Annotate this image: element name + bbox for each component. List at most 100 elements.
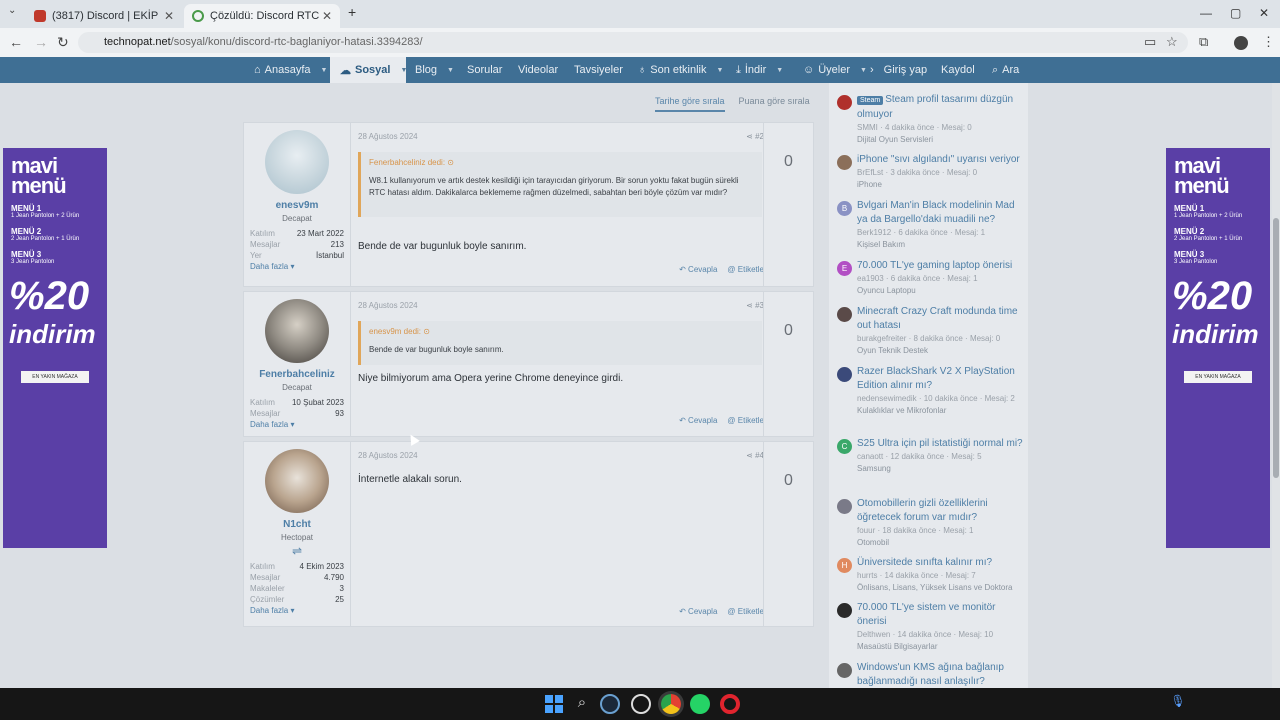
sidebar-thread[interactable]: 70.000 TL'ye sistem ve monitör önerisi D… — [837, 601, 1023, 653]
sidebar-thread[interactable]: C S25 Ultra için pil istatistiği normal … — [837, 437, 1023, 475]
thread-category[interactable]: Kişisel Bakım — [857, 239, 1023, 251]
nav-videos[interactable]: Videolar — [518, 57, 558, 83]
ad-cta-button[interactable]: EN YAKIN MAĞAZA — [21, 371, 89, 383]
thread-category[interactable]: iPhone — [857, 179, 1023, 191]
opera-icon[interactable] — [720, 694, 740, 714]
username[interactable]: Fenerbahceliniz — [244, 369, 350, 380]
browser-tab-discord[interactable]: (3817) Discord | EKİP ✕ — [26, 4, 182, 28]
whatsapp-icon[interactable] — [690, 694, 710, 714]
avatar[interactable] — [265, 449, 329, 513]
windows-start-icon[interactable] — [544, 694, 564, 714]
thread-category[interactable]: Masaüstü Bilgisayarlar — [857, 641, 1023, 653]
more-link[interactable]: Daha fazla ▾ — [244, 420, 350, 429]
thread-category[interactable]: Dijital Oyun Servisleri — [857, 134, 1023, 146]
post-number[interactable]: ⋖ #2 — [746, 132, 764, 141]
nav-blog[interactable]: Blog ▼ — [415, 57, 454, 83]
sidebar-thread[interactable]: Otomobillerin gizli özelliklerini öğrete… — [837, 497, 1023, 549]
thread-title[interactable]: 70.000 TL'ye gaming laptop önerisi — [857, 259, 1023, 273]
username[interactable]: enesv9m — [244, 200, 350, 211]
nav-register[interactable]: Kaydol — [941, 57, 975, 83]
close-tab-icon[interactable]: ✕ — [322, 9, 332, 23]
scrollbar-thumb[interactable] — [1273, 218, 1279, 478]
microphone-icon[interactable]: 🎙 — [1168, 694, 1188, 714]
post-number[interactable]: ⋖ #4 — [746, 451, 764, 460]
reload-icon[interactable]: ↻ — [57, 34, 69, 51]
sidebar-thread[interactable]: E 70.000 TL'ye gaming laptop önerisi ea1… — [837, 259, 1023, 297]
nav-members[interactable]: ☺ Üyeler ▼ — [803, 57, 867, 83]
thread-category[interactable]: Kulaklıklar ve Mikrofonlar — [857, 405, 1023, 417]
quote-author[interactable]: enesv9m dedi: ⊙ — [369, 327, 754, 336]
sidebar-thread[interactable]: Minecraft Crazy Craft modunda time out h… — [837, 305, 1023, 357]
thread-category[interactable]: Otomobil — [857, 537, 1023, 549]
sidebar-thread[interactable]: Razer BlackShark V2 X PlayStation Editio… — [837, 365, 1023, 417]
avatar[interactable] — [265, 130, 329, 194]
post-date[interactable]: 28 Ağustos 2024 — [358, 132, 418, 141]
username[interactable]: N1cht — [244, 519, 350, 530]
reply-button[interactable]: ↶ Cevapla — [679, 607, 717, 616]
nav-search[interactable]: ⌕ Ara — [992, 57, 1019, 83]
thread-title[interactable]: 70.000 TL'ye sistem ve monitör önerisi — [857, 601, 1023, 629]
page-scrollbar[interactable] — [1272, 83, 1280, 688]
minimize-icon[interactable]: — — [1200, 6, 1212, 20]
quote-author[interactable]: Fenerbahceliniz dedi: ⊙ — [369, 158, 754, 167]
thread-title[interactable]: Minecraft Crazy Craft modunda time out h… — [857, 305, 1023, 333]
profile-avatar[interactable] — [1234, 36, 1248, 50]
thread-title[interactable]: Steam Steam profil tasarımı düzgün olmuyo… — [857, 93, 1023, 122]
sidebar-thread[interactable]: iPhone "sıvı algılandı" uyarısı veriyor … — [837, 153, 1023, 191]
sidebar-thread[interactable]: B Bvlgari Man'in Black modelinin Mad ya … — [837, 199, 1023, 251]
thread-title[interactable]: S25 Ultra için pil istatistiği normal mi… — [857, 437, 1023, 451]
avatar[interactable] — [265, 299, 329, 363]
sort-by-date-tab[interactable]: Tarihe göre sırala — [655, 96, 725, 112]
sidebar-thread[interactable]: H Üniversitede sınıfta kalınır mı? hurrt… — [837, 556, 1023, 594]
nav-home[interactable]: ⌂ Anasayfa ▼ — [254, 57, 327, 83]
back-icon[interactable]: ← — [9, 34, 23, 50]
thread-title[interactable]: iPhone "sıvı algılandı" uyarısı veriyor — [857, 153, 1023, 167]
browser-tab-technopat[interactable]: Çözüldü: Discord RTC bağlanıy... ✕ — [184, 4, 340, 28]
cast-icon[interactable]: ▭ — [1144, 34, 1156, 50]
thread-category[interactable]: Oyun Teknik Destek — [857, 345, 1023, 357]
ad-banner-right[interactable]: mavi menü MENÜ 11 Jean Pantolon + 2 Ürün… — [1166, 148, 1270, 548]
nav-recent-activity[interactable]: ♁ Son etkinlik ▼ — [638, 57, 723, 83]
menu-dots-icon[interactable]: ⋮ — [1262, 34, 1275, 50]
search-icon[interactable]: ⌕ — [572, 694, 592, 714]
tag-button[interactable]: @ Etiketle — [727, 265, 764, 274]
thread-category[interactable]: Samsung — [857, 463, 1023, 475]
post-number[interactable]: ⋖ #3 — [746, 301, 764, 310]
url-input[interactable]: technopat.net/sosyal/konu/discord-rtc-ba… — [78, 32, 1188, 53]
new-tab-icon[interactable]: + — [348, 4, 356, 20]
nav-recommendations[interactable]: Tavsiyeler — [574, 57, 623, 83]
nav-social[interactable]: ☁ Sosyal ▼ — [330, 57, 407, 83]
thread-title[interactable]: Otomobillerin gizli özelliklerini öğrete… — [857, 497, 1023, 525]
ad-cta-button[interactable]: EN YAKIN MAĞAZA — [1184, 371, 1252, 383]
bookmark-star-icon[interactable]: ☆ — [1166, 34, 1178, 50]
thread-category[interactable]: Oyuncu Laptopu — [857, 285, 1023, 297]
steam-icon[interactable] — [600, 694, 620, 714]
thread-title[interactable]: Üniversitede sınıfta kalınır mı? — [857, 556, 1023, 570]
close-window-icon[interactable]: ✕ — [1259, 6, 1269, 20]
sidebar-thread[interactable]: Steam Steam profil tasarımı düzgün olmuyo… — [837, 93, 1023, 146]
tag-button[interactable]: @ Etiketle — [727, 607, 764, 616]
thread-title[interactable]: Bvlgari Man'in Black modelinin Mad ya da… — [857, 199, 1023, 227]
nav-questions[interactable]: Sorular — [467, 57, 502, 83]
more-link[interactable]: Daha fazla ▾ — [244, 262, 350, 271]
nav-download[interactable]: ⤓ İndir ▼ — [736, 57, 783, 83]
maximize-icon[interactable]: ▢ — [1230, 6, 1241, 20]
thread-title[interactable]: Razer BlackShark V2 X PlayStation Editio… — [857, 365, 1023, 393]
sidebar-thread[interactable]: Windows'un KMS ağına bağlanıp bağlanmadı… — [837, 661, 1023, 688]
chrome-icon[interactable] — [661, 694, 681, 714]
post-date[interactable]: 28 Ağustos 2024 — [358, 301, 418, 310]
thread-category[interactable]: Önlisans, Lisans, Yüksek Lisans ve Dokto… — [857, 582, 1023, 594]
extensions-icon[interactable]: ⧉ — [1199, 34, 1208, 50]
thread-title[interactable]: Windows'un KMS ağına bağlanıp bağlanmadı… — [857, 661, 1023, 688]
tab-list-icon[interactable]: ⌄ — [8, 5, 16, 16]
reply-button[interactable]: ↶ Cevapla — [679, 265, 717, 274]
more-link[interactable]: Daha fazla ▾ — [244, 606, 350, 615]
reply-button[interactable]: ↶ Cevapla — [679, 416, 717, 425]
openai-icon[interactable] — [631, 694, 651, 714]
tag-button[interactable]: @ Etiketle — [727, 416, 764, 425]
close-tab-icon[interactable]: ✕ — [164, 9, 174, 23]
forward-icon[interactable]: → — [34, 34, 48, 50]
ad-banner-left[interactable]: mavi menü MENÜ 11 Jean Pantolon + 2 Ürün… — [3, 148, 107, 548]
nav-login[interactable]: › Giriş yap — [870, 57, 927, 83]
sort-by-score-tab[interactable]: Puana göre sırala — [739, 96, 810, 112]
